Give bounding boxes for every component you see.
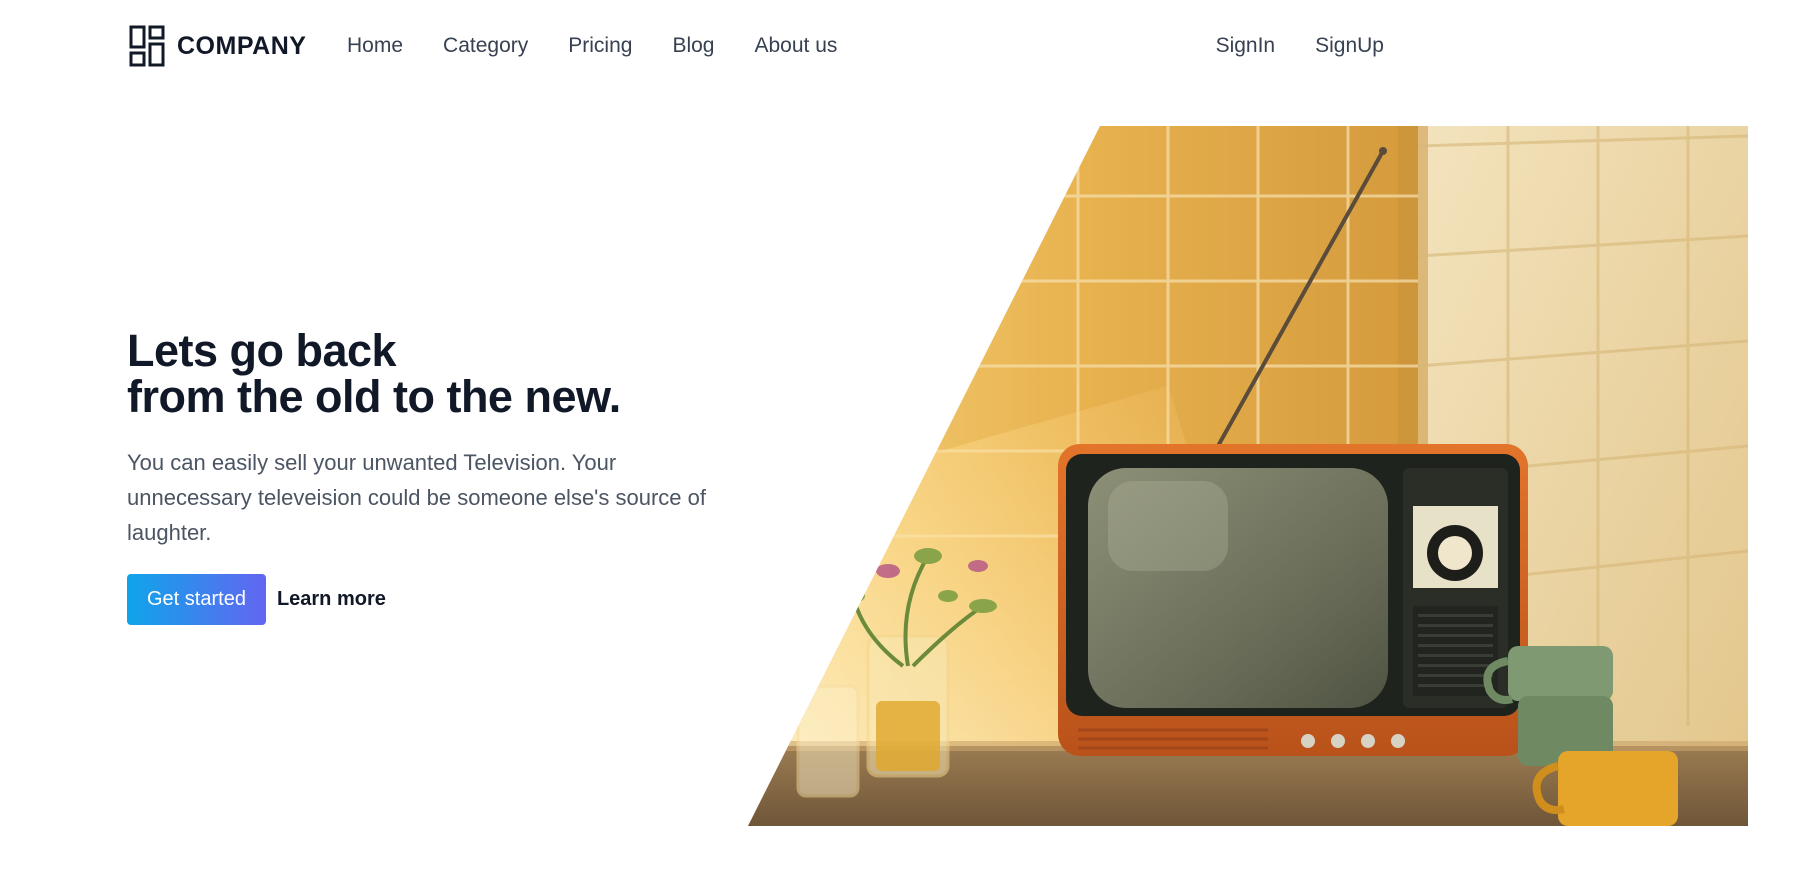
hero-tv-image xyxy=(748,126,1748,826)
nav-blog[interactable]: Blog xyxy=(672,34,714,58)
nav-about-us[interactable]: About us xyxy=(754,34,837,58)
nav-pricing[interactable]: Pricing xyxy=(568,34,632,58)
learn-more-link[interactable]: Learn more xyxy=(277,588,386,611)
hero-actions: Get started Learn more xyxy=(127,574,386,625)
auth-links: SignIn SignUp xyxy=(1176,34,1384,58)
brand-name: COMPANY xyxy=(177,31,307,60)
nav-category[interactable]: Category xyxy=(443,34,528,58)
signup-link[interactable]: SignUp xyxy=(1315,34,1384,58)
main-nav: Home Category Pricing Blog About us xyxy=(347,34,877,58)
dashboard-grid-icon xyxy=(129,25,165,67)
hero-description: You can easily sell your unwanted Televi… xyxy=(127,450,706,545)
get-started-button[interactable]: Get started xyxy=(127,574,266,625)
nav-home[interactable]: Home xyxy=(347,34,403,58)
hero-title-line-2: from the old to the new. xyxy=(127,371,621,422)
signin-link[interactable]: SignIn xyxy=(1216,34,1276,58)
hero-title-line-1: Lets go back xyxy=(127,325,397,376)
logo-link[interactable]: COMPANY xyxy=(129,25,306,67)
hero-title: Lets go back from the old to the new. xyxy=(127,328,621,420)
navbar: COMPANY Home Category Pricing Blog About… xyxy=(0,0,1816,95)
